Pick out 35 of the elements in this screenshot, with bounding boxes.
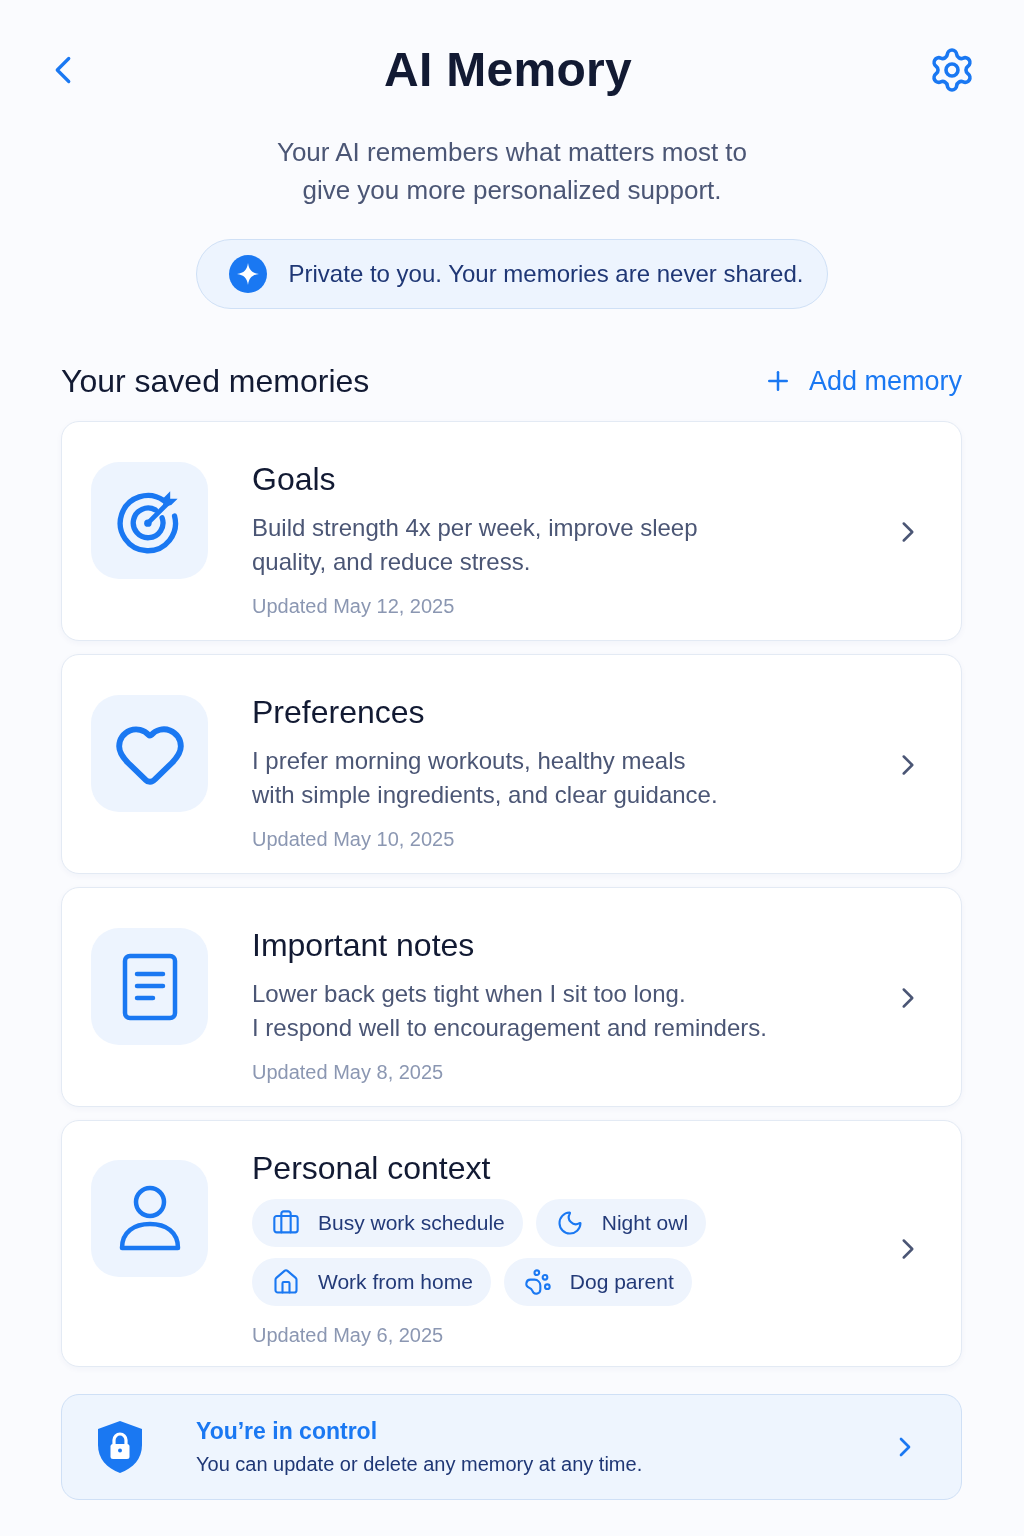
tag-label: Night owl (601, 1211, 689, 1235)
document-icon (91, 928, 208, 1045)
target-icon (91, 462, 208, 579)
banner-description: You can update or delete any memory at any time. (196, 1453, 644, 1476)
control-banner[interactable]: You’re in control You can update or delete any memory at any time. (61, 1394, 962, 1500)
memory-card[interactable]: Important notes Lower back gets tight when I sit too long. I respond well to encouragement and reminders. Updated May 8, 2025 (61, 887, 962, 1107)
memory-description: I prefer morning workouts, healthy meals with simple ingredients, and clear guidance. (252, 746, 719, 810)
paw-icon (523, 1268, 552, 1296)
tag-label: Dog parent (569, 1270, 674, 1294)
memory-description: Build strength 4x per week, improve sleep quality, and reduce stress. (252, 513, 699, 577)
updated-date: Updated May 8, 2025 (252, 1060, 445, 1085)
memory-card[interactable]: Goals Build strength 4x per week, improve sleep quality, and reduce stress. Updated May 12, 2025 (61, 421, 962, 641)
updated-date: Updated May 12, 2025 (252, 594, 456, 619)
memory-card[interactable]: Preferences I prefer morning workouts, healthy meals with simple ingredients, and clear guidance. Updated May 10, 2025 (61, 654, 962, 874)
updated-date: Updated May 10, 2025 (252, 827, 456, 852)
section-title: Your saved memories (61, 362, 370, 401)
memory-title: Goals (252, 460, 337, 498)
sparkle-icon (228, 255, 267, 293)
banner-title: You’re in control (196, 1418, 379, 1445)
house-icon (272, 1268, 300, 1296)
memory-title: Preferences (252, 693, 426, 731)
tag-label: Work from home (318, 1270, 473, 1294)
person-icon (91, 1160, 208, 1277)
updated-date: Updated May 6, 2025 (252, 1323, 445, 1348)
memory-title: Important notes (252, 926, 476, 964)
privacy-text: Private to you. Your memories are never shared. (288, 260, 804, 288)
memory-description: Lower back gets tight when I sit too long. I respond well to encouragement and reminders. (252, 979, 768, 1043)
moon-icon (555, 1209, 584, 1237)
shield-lock-icon (96, 1420, 144, 1474)
memory-title: Personal context (252, 1149, 492, 1187)
intro-text: Your AI remembers what matters most to give you more personalized support. (276, 136, 748, 207)
page-title: AI Memory (383, 44, 633, 96)
tag-label: Busy work schedule (318, 1211, 505, 1235)
add-memory-button[interactable]: Add memory (762, 365, 962, 397)
memory-card[interactable]: Personal context Busy work schedule Night owl Work from home Dog parent Updated May 6, 2025 (61, 1120, 962, 1367)
